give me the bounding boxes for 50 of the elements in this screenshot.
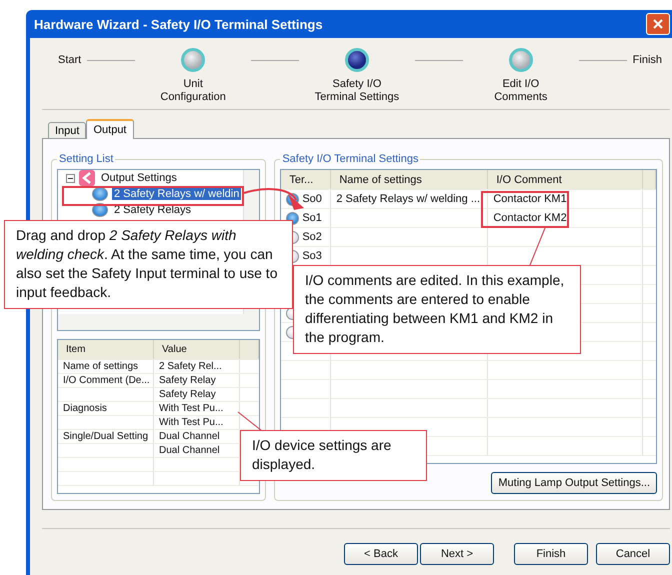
column-header: Name of settings [331, 170, 488, 189]
table-cell: So3 [302, 250, 322, 262]
table-cell: So0 [302, 193, 322, 205]
table-cell: Contactor KM1 [493, 193, 567, 205]
callout-tooltip: I/O comments are edited. In this example, the comments are entered to enable differentiating between KM1 and KM2 in the program. [293, 265, 581, 354]
table-cell: So2 [302, 231, 322, 243]
step-label: Unit Configuration [159, 78, 227, 104]
window-title: Hardware Wizard - Safety I/O Terminal Settings [34, 16, 323, 32]
step-label: Start [58, 54, 82, 66]
step-label: Edit I/O Comments [493, 78, 548, 104]
table-cell: 2 Safety Rel... [159, 361, 222, 372]
table-cell: 2 Safety Relays w/ welding ... [336, 193, 480, 205]
table-cell: Contactor KM2 [493, 212, 567, 224]
close-icon [652, 18, 664, 30]
callout-tooltip: Drag and drop 2 Safety Relays with welding check. At the same time, you can also set the Safety Input terminal to use to input feedback. [4, 220, 293, 309]
table-cell: Safety Relay [159, 375, 216, 386]
table-cell: I/O Comment (De... [63, 375, 150, 386]
table-cell: With Test Pu... [159, 403, 224, 414]
step-label: Finish [632, 54, 662, 66]
table-cell: Dual Channel [159, 445, 220, 456]
step-label: Safety I/O Terminal Settings [314, 78, 400, 104]
tab[interactable]: Output [86, 119, 134, 139]
tree-item[interactable]: 2 Safety Relays w/ weldin [112, 188, 242, 200]
tab[interactable]: Input [48, 122, 86, 139]
table-cell: Name of settings [63, 361, 138, 372]
table-cell: So1 [302, 212, 322, 224]
muting-lamp-button[interactable]: Muting Lamp Output Settings... [491, 472, 657, 494]
column-header: Item [58, 340, 154, 359]
table-cell: Dual Channel [159, 431, 220, 442]
leader-line [238, 412, 262, 432]
wizard-button[interactable]: Finish [514, 543, 588, 565]
column-header: I/O Comment [488, 170, 644, 189]
leader-line [530, 228, 546, 266]
table-cell: Diagnosis [63, 403, 107, 414]
group-title: Setting List [58, 153, 114, 165]
tree-item[interactable]: Output Settings [99, 172, 179, 184]
column-header: Ter... [281, 170, 332, 189]
group-title: Safety I/O Terminal Settings [281, 153, 420, 165]
callout-tooltip: I/O device settings are displayed. [240, 430, 427, 481]
column-header: Value [154, 340, 240, 359]
wizard-button[interactable]: < Back [344, 543, 418, 565]
table-cell: With Test Pu... [159, 417, 224, 428]
close-button[interactable] [646, 13, 670, 35]
table-cell: Single/Dual Setting [63, 431, 148, 442]
callout-arrow [244, 188, 304, 210]
wizard-button[interactable]: Next > [420, 543, 494, 565]
relay-icon [92, 187, 108, 201]
collapse-icon[interactable] [66, 174, 75, 182]
wizard-button[interactable]: Cancel [596, 543, 670, 565]
table-cell: Safety Relay [159, 389, 216, 400]
